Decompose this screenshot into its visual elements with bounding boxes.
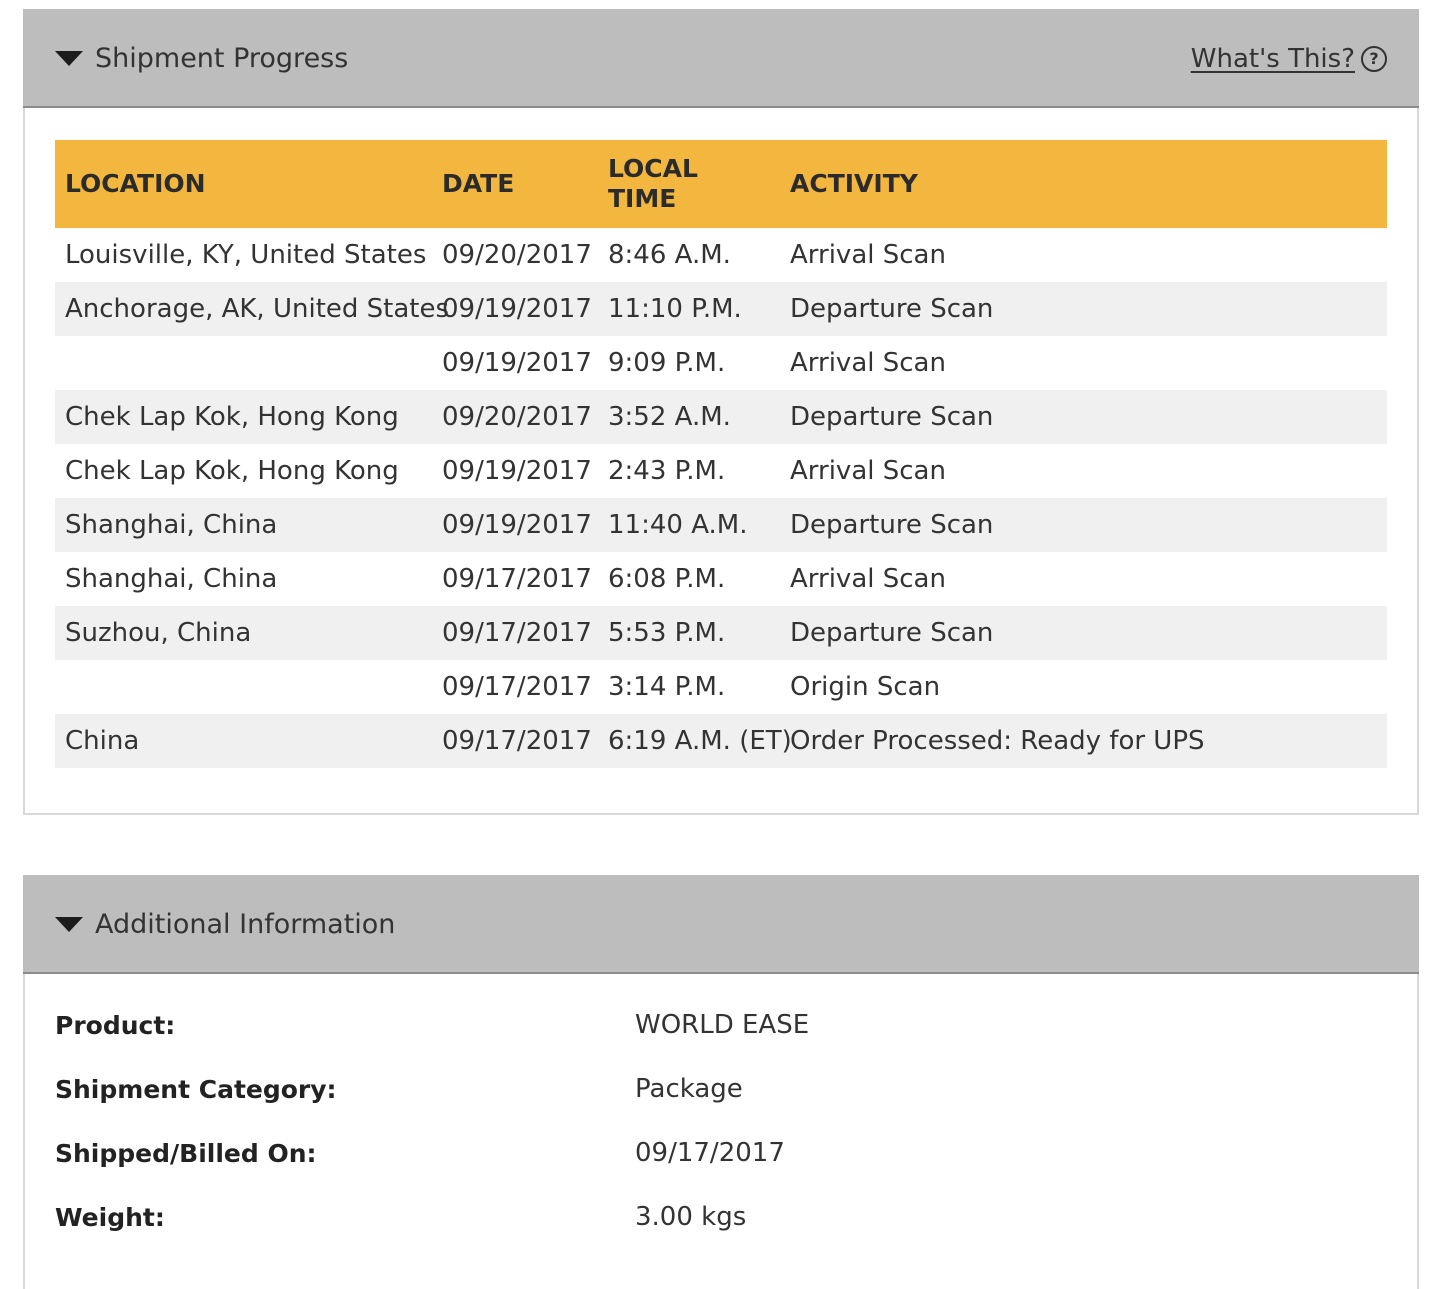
cell-activity: Departure Scan (780, 282, 1387, 336)
cell-location: Shanghai, China (55, 498, 432, 552)
additional-information-toggle[interactable]: Additional Information (55, 875, 395, 974)
cell-activity: Order Processed: Ready for UPS (780, 714, 1387, 768)
cell-activity: Arrival Scan (790, 456, 946, 486)
info-label: Weight: (55, 1202, 165, 1232)
cell-location (55, 336, 432, 390)
table-row: 09/17/2017 3:14 P.M. Origin Scan (55, 660, 1387, 714)
cell-activity: Departure Scan (780, 606, 1387, 660)
cell-local-time: 11:10 P.M. (598, 282, 780, 336)
shipment-progress-toggle[interactable]: Shipment Progress (55, 9, 348, 108)
table-row: Louisville, KY, United States 09/20/2017 8… (55, 228, 1387, 282)
cell-local-time: 9:09 P.M. (608, 348, 726, 378)
info-row: Weight: 3.00 kgs (55, 1185, 1355, 1249)
info-row: Shipped/Billed On: 09/17/2017 (55, 1121, 1355, 1185)
cell-location (55, 660, 432, 714)
shipment-progress-panel: Shipment Progress What's This? ? LOCATIO… (23, 9, 1419, 815)
cell-activity: Origin Scan (790, 672, 941, 702)
additional-information-header: Additional Information (23, 875, 1419, 974)
cell-activity: Departure Scan (780, 498, 1387, 552)
cell-activity: Arrival Scan (790, 240, 946, 270)
info-row: Product: WORLD EASE (55, 993, 1355, 1057)
info-value: WORLD EASE (635, 1010, 810, 1040)
cell-local-time: 5:53 P.M. (598, 606, 780, 660)
table-header-row: LOCATION DATE LOCAL TIME ACTIVITY (55, 140, 1387, 228)
table-row: Anchorage, AK, United States 09/19/2017 11… (55, 282, 1387, 336)
table-row: Shanghai, China 09/19/2017 11:40 A.M. Depar… (55, 498, 1387, 552)
cell-activity: Arrival Scan (790, 348, 946, 378)
info-row: Shipment Category: Package (55, 1057, 1355, 1121)
additional-information-title: Additional Information (95, 909, 396, 940)
cell-local-time: 2:43 P.M. (608, 456, 726, 486)
column-header-location: LOCATION (55, 140, 432, 228)
cell-local-time: 3:14 P.M. (608, 672, 726, 702)
info-label: Shipment Category: (55, 1074, 337, 1104)
cell-location: Suzhou, China (55, 606, 432, 660)
cell-local-time: 8:46 A.M. (608, 240, 731, 270)
cell-date: 09/20/2017 (432, 390, 598, 444)
caret-down-icon (55, 51, 83, 66)
info-value: 09/17/2017 (635, 1138, 785, 1168)
info-label: Product: (55, 1010, 176, 1040)
column-header-local-time: LOCAL TIME (598, 140, 780, 228)
cell-location: Chek Lap Kok, Hong Kong (65, 456, 399, 486)
column-header-local-time-line2: TIME (608, 184, 677, 213)
cell-location: Anchorage, AK, United States (55, 282, 449, 336)
cell-local-time: 11:40 A.M. (598, 498, 780, 552)
table-row: 09/19/2017 9:09 P.M. Arrival Scan (55, 336, 1387, 390)
column-header-local-time-line1: LOCAL (608, 154, 698, 183)
info-value: Package (635, 1074, 743, 1104)
cell-date: 09/19/2017 (432, 282, 598, 336)
cell-location: China (55, 714, 432, 768)
cell-activity: Departure Scan (780, 390, 1387, 444)
cell-date: 09/20/2017 (442, 240, 592, 270)
shipment-progress-title: Shipment Progress (95, 43, 349, 74)
cell-local-time: 6:19 A.M. (ET) (598, 714, 792, 768)
cell-local-time: 6:08 P.M. (608, 564, 726, 594)
additional-information-panel: Additional Information Product: WORLD EAS… (23, 875, 1419, 1289)
cell-date: 09/17/2017 (442, 564, 592, 594)
column-header-activity: ACTIVITY (780, 140, 1387, 228)
table-row: Chek Lap Kok, Hong Kong 09/20/2017 3:52 A.… (55, 390, 1387, 444)
table-row: Suzhou, China 09/17/2017 5:53 P.M. Departur… (55, 606, 1387, 660)
cell-date: 09/19/2017 (442, 456, 592, 486)
shipment-progress-table: LOCATION DATE LOCAL TIME ACTIVITY Louisvi… (55, 140, 1387, 768)
cell-location: Chek Lap Kok, Hong Kong (55, 390, 432, 444)
table-row: Shanghai, China 09/17/2017 6:08 P.M. Arriva… (55, 552, 1387, 606)
additional-information-list: Product: WORLD EASE Shipment Category: Pack… (55, 993, 1355, 1249)
info-value: 3.00 kgs (635, 1202, 747, 1232)
cell-location: Louisville, KY, United States (65, 240, 427, 270)
cell-date: 09/19/2017 (442, 348, 592, 378)
table-row: Chek Lap Kok, Hong Kong 09/19/2017 2:43 P.… (55, 444, 1387, 498)
table-row: China 09/17/2017 6:19 A.M. (ET) Order Proce… (55, 714, 1387, 768)
cell-date: 09/17/2017 (432, 606, 598, 660)
cell-activity: Arrival Scan (790, 564, 946, 594)
cell-location: Shanghai, China (65, 564, 278, 594)
cell-date: 09/19/2017 (432, 498, 598, 552)
caret-down-icon (55, 917, 83, 932)
cell-local-time: 3:52 A.M. (598, 390, 780, 444)
cell-date: 09/17/2017 (442, 672, 592, 702)
question-circle-icon: ? (1361, 45, 1387, 72)
info-label: Shipped/Billed On: (55, 1138, 317, 1168)
cell-date: 09/17/2017 (432, 714, 598, 768)
whats-this-link[interactable]: What's This? ? (1191, 9, 1387, 108)
column-header-date: DATE (432, 140, 598, 228)
shipment-progress-header: Shipment Progress What's This? ? (23, 9, 1419, 108)
whats-this-label: What's This? (1190, 43, 1355, 74)
